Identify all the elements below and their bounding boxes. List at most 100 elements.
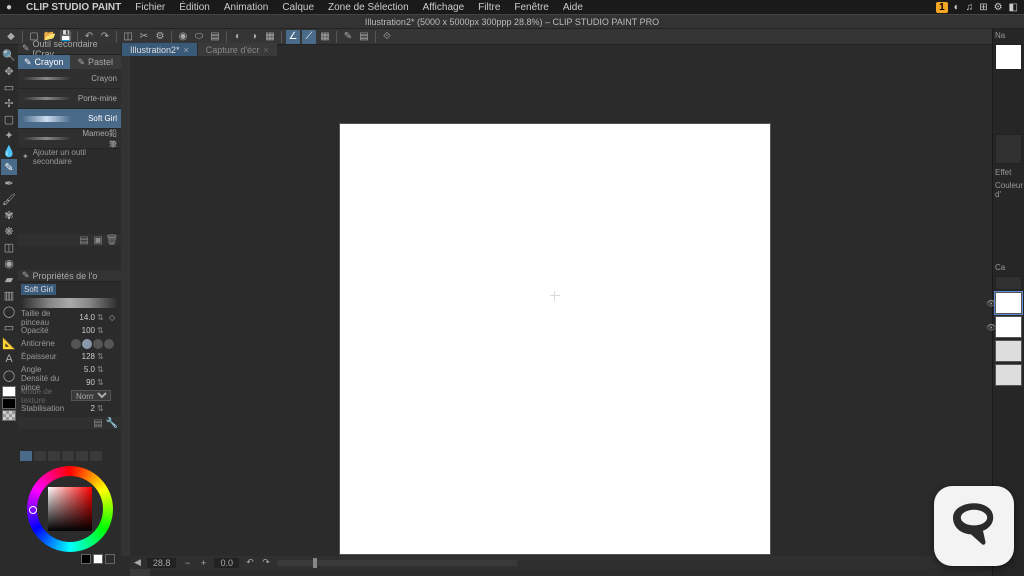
trash-icon[interactable]: 🗑 bbox=[107, 235, 117, 245]
snap-special-icon[interactable]: ⟋ bbox=[302, 30, 316, 44]
stepper-icon[interactable]: ⇅ bbox=[97, 365, 107, 374]
timeline-toggle[interactable] bbox=[130, 569, 150, 576]
zoom-out-icon[interactable]: ◀ bbox=[134, 557, 141, 568]
prop-value[interactable]: 90 bbox=[71, 378, 95, 387]
erase-icon[interactable]: ◫ bbox=[121, 30, 135, 44]
assist-icon[interactable]: ⟐ bbox=[380, 30, 394, 44]
snap-ruler-icon[interactable]: ∠ bbox=[286, 30, 300, 44]
layer-controls[interactable] bbox=[995, 276, 1022, 290]
bg-color[interactable] bbox=[2, 398, 16, 409]
apple-icon[interactable]: ● bbox=[6, 2, 12, 13]
fg-color[interactable] bbox=[2, 386, 16, 397]
navigator-thumb[interactable] bbox=[995, 44, 1022, 70]
tab-illustration2[interactable]: Illustration2* × bbox=[122, 43, 197, 56]
swatch-black[interactable] bbox=[81, 554, 91, 564]
zoom-minus[interactable]: − bbox=[182, 558, 192, 568]
menu-calque[interactable]: Calque bbox=[282, 2, 314, 13]
menu-edition[interactable]: Édition bbox=[179, 2, 210, 13]
tool-icon[interactable]: ◐ bbox=[231, 30, 245, 44]
rotate-value[interactable]: 0.0 bbox=[214, 558, 239, 568]
prop-brush-size[interactable]: Taille de pinceau14.0⇅◇ bbox=[21, 311, 118, 324]
prop-value[interactable]: 14.0 bbox=[71, 313, 95, 322]
close-tab-icon[interactable]: × bbox=[264, 45, 269, 55]
pen-icon[interactable]: ✒ bbox=[1, 175, 17, 191]
canvas-area[interactable] bbox=[130, 56, 982, 556]
tool-icon[interactable]: ▦ bbox=[263, 30, 277, 44]
tool-icon[interactable]: ✎ bbox=[341, 30, 355, 44]
panel-header[interactable]: ✎ Propriétés de l'o bbox=[18, 270, 121, 282]
menu-filtre[interactable]: Filtre bbox=[478, 2, 500, 13]
navigator-tab[interactable]: Na bbox=[993, 29, 1024, 42]
sv-square[interactable] bbox=[48, 487, 92, 531]
color-history-tab[interactable] bbox=[90, 451, 102, 461]
stepper-icon[interactable]: ⇅ bbox=[97, 352, 107, 361]
layer-tab[interactable]: Ca bbox=[993, 261, 1024, 274]
clipstudio-icon[interactable]: ◆ bbox=[4, 30, 18, 44]
cut-icon[interactable]: ✂ bbox=[137, 30, 151, 44]
transparent-color[interactable] bbox=[2, 410, 16, 421]
tool-icon[interactable]: ▤ bbox=[208, 30, 222, 44]
gear-icon[interactable]: ⚙ bbox=[153, 30, 167, 44]
color-wheel-tab[interactable] bbox=[20, 451, 32, 461]
rotate-ccw[interactable]: ↶ bbox=[245, 557, 255, 568]
operate-icon[interactable]: ▭ bbox=[1, 79, 17, 95]
eraser-icon[interactable]: ◫ bbox=[1, 239, 17, 255]
menu-selection[interactable]: Zone de Sélection bbox=[328, 2, 409, 13]
prop-opacity[interactable]: Opacité100⇅ bbox=[21, 324, 118, 337]
brush-softgirl[interactable]: Soft Girl bbox=[18, 109, 121, 129]
wand-icon[interactable]: ✦ bbox=[1, 127, 17, 143]
pencil-icon[interactable]: ✎ bbox=[1, 159, 17, 175]
prop-value[interactable]: 2 bbox=[71, 404, 95, 413]
link-icon[interactable]: ◇ bbox=[109, 313, 115, 322]
dup-icon[interactable]: ▣ bbox=[93, 235, 103, 245]
deco-icon[interactable]: ❋ bbox=[1, 223, 17, 239]
balloon-icon[interactable]: ◯ bbox=[1, 367, 17, 383]
menu-animation[interactable]: Animation bbox=[224, 2, 268, 13]
prop-antialias[interactable]: Anticréne bbox=[21, 337, 118, 350]
menu-fichier[interactable]: Fichier bbox=[135, 2, 165, 13]
airbrush-icon[interactable]: ✾ bbox=[1, 207, 17, 223]
eye-icon[interactable]: 👁 bbox=[986, 299, 996, 308]
aa-option[interactable] bbox=[104, 339, 114, 349]
tool-icon[interactable]: ⬭ bbox=[192, 30, 206, 44]
tab-capture[interactable]: Capture d'écr × bbox=[198, 43, 277, 56]
zoom-plus[interactable]: + bbox=[198, 558, 208, 568]
swatch-white[interactable] bbox=[93, 554, 103, 564]
status-icon[interactable]: ⚙ bbox=[994, 2, 1003, 13]
prop-texture-mode[interactable]: Mode de textureNormal bbox=[21, 389, 118, 402]
color-approx-tab[interactable] bbox=[76, 451, 88, 461]
stepper-icon[interactable]: ⇅ bbox=[97, 378, 107, 387]
prop-value[interactable]: 128 bbox=[71, 352, 95, 361]
zoom-value[interactable]: 28.8 bbox=[147, 558, 177, 568]
brush-portemine[interactable]: Porte-mine bbox=[18, 89, 121, 109]
status-icon[interactable]: ◧ bbox=[1009, 2, 1018, 13]
panel-header[interactable]: ✎ Outil secondaire [Cray bbox=[18, 43, 121, 55]
subtab-crayon[interactable]: ✎Crayon bbox=[18, 55, 70, 69]
app-name[interactable]: CLIP STUDIO PAINT bbox=[26, 2, 121, 13]
color-wheel[interactable] bbox=[27, 466, 113, 552]
aa-option[interactable] bbox=[71, 339, 81, 349]
menu-aide[interactable]: Aide bbox=[563, 2, 583, 13]
tool-icon[interactable]: ◑ bbox=[247, 30, 261, 44]
aa-option[interactable] bbox=[93, 339, 103, 349]
move-icon[interactable]: ✥ bbox=[1, 63, 17, 79]
stepper-icon[interactable]: ⇅ bbox=[97, 313, 107, 322]
rotate-cw[interactable]: ↷ bbox=[261, 557, 271, 568]
close-tab-icon[interactable]: × bbox=[184, 45, 189, 55]
snap-grid-icon[interactable]: ▦ bbox=[318, 30, 332, 44]
fill-icon[interactable]: ▰ bbox=[1, 271, 17, 287]
notification-badge[interactable]: 1 bbox=[936, 2, 948, 13]
prop-value[interactable]: 5.0 bbox=[71, 365, 95, 374]
layer-move-icon[interactable]: ✢ bbox=[1, 95, 17, 111]
eyedropper-icon[interactable]: 💧 bbox=[1, 143, 17, 159]
status-icon[interactable]: ♫ bbox=[966, 2, 974, 13]
prop-thickness[interactable]: Épaisseur128⇅ bbox=[21, 350, 118, 363]
stepper-icon[interactable]: ⇅ bbox=[97, 404, 107, 413]
menu-icon[interactable]: ▤ bbox=[93, 418, 103, 428]
marquee-icon[interactable]: ▢ bbox=[1, 111, 17, 127]
texture-mode-select[interactable]: Normal bbox=[71, 390, 111, 401]
menu-fenetre[interactable]: Fenêtre bbox=[514, 2, 548, 13]
swatch-empty[interactable] bbox=[105, 554, 115, 564]
quick-access[interactable] bbox=[995, 134, 1022, 164]
subtab-pastel[interactable]: ✎Pastel bbox=[70, 55, 122, 69]
